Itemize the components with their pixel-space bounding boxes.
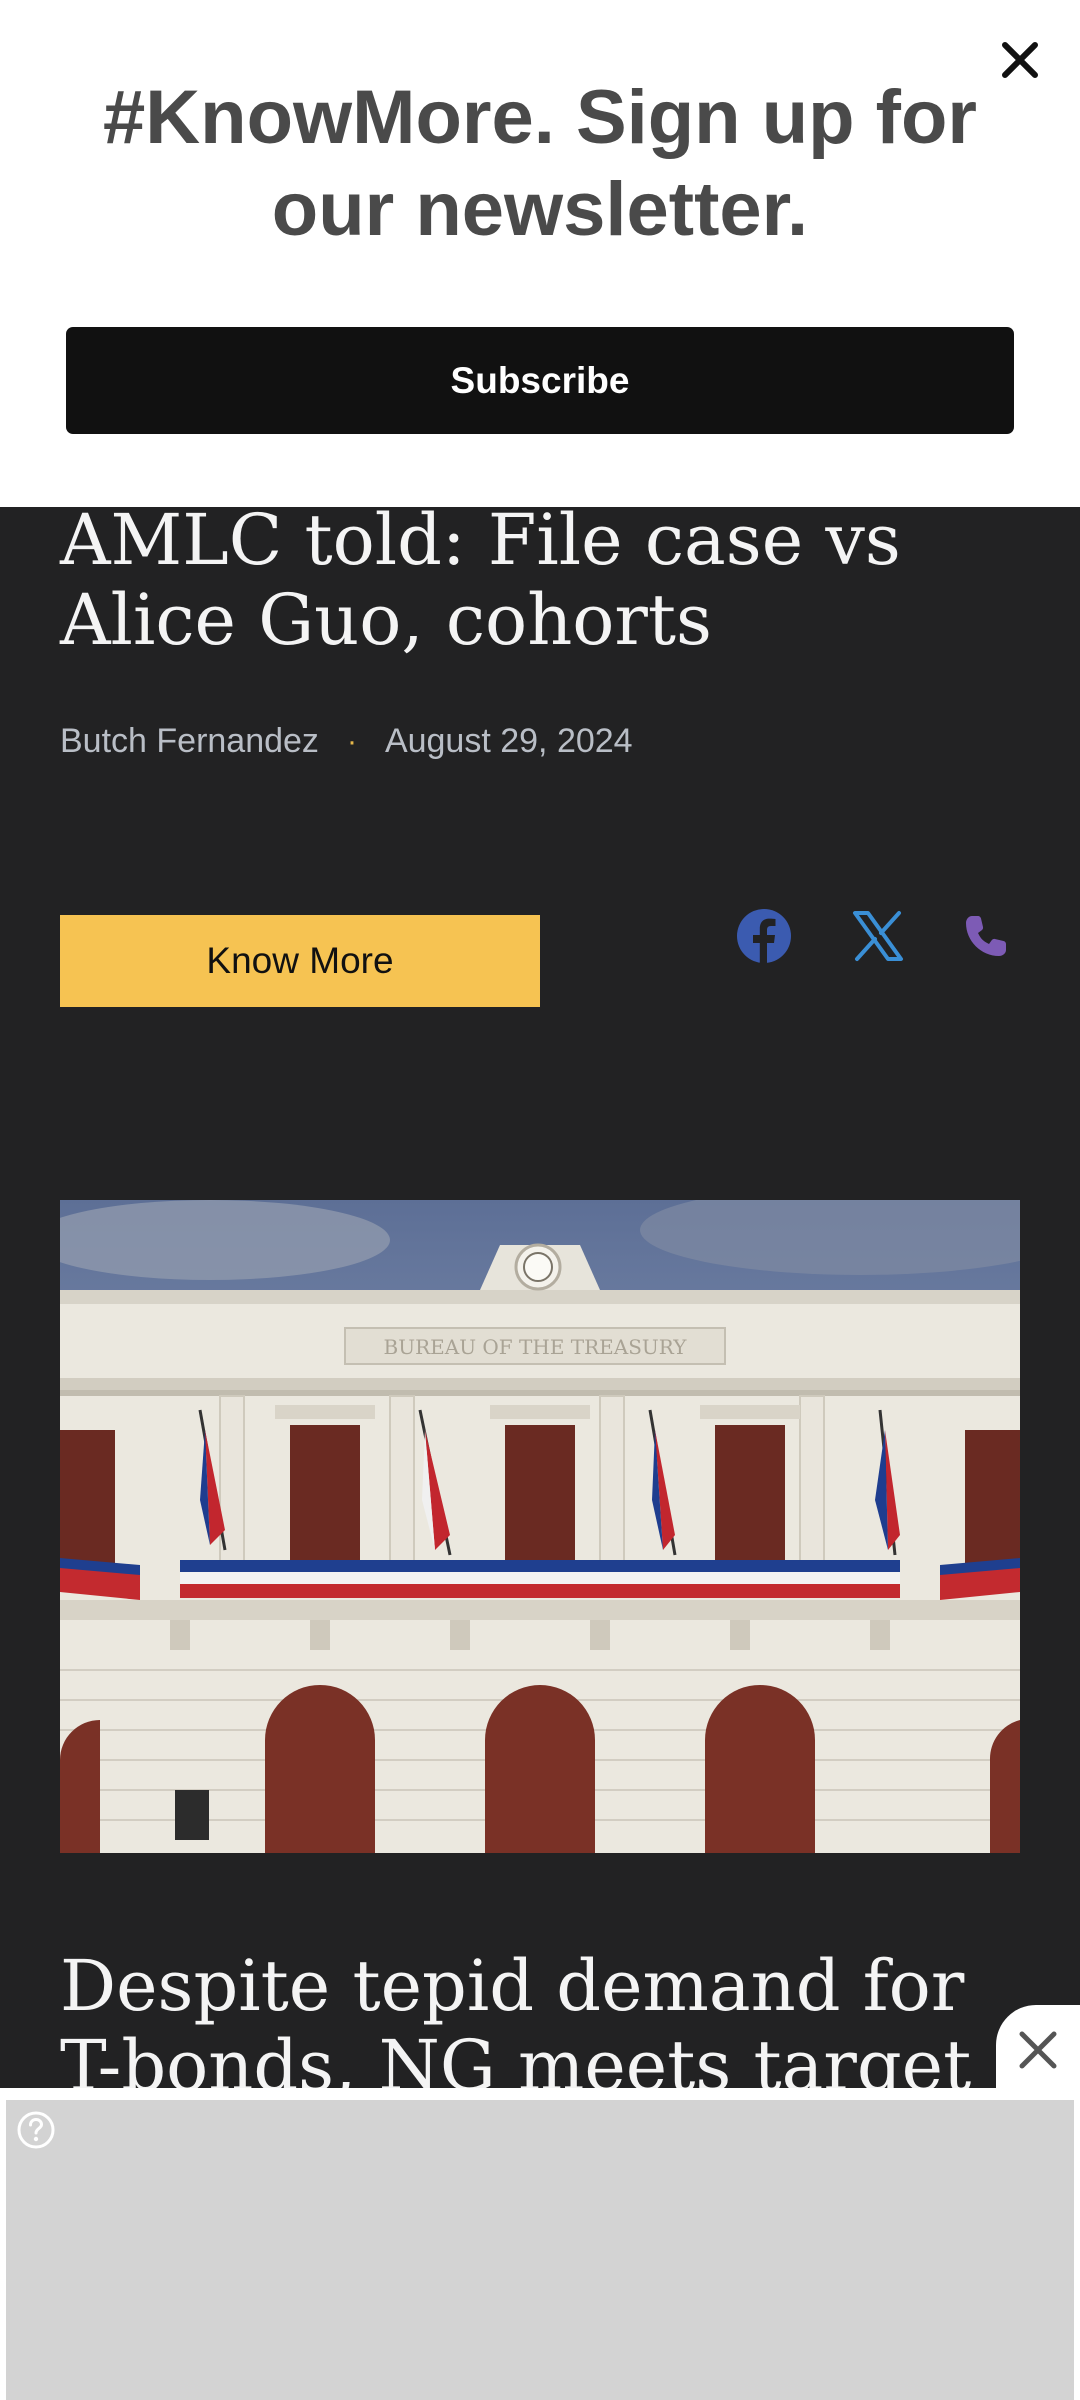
ad-placeholder[interactable] xyxy=(6,2100,1074,2400)
article-headline-2[interactable]: Despite tepid demand for T-bonds, NG mee… xyxy=(60,1946,1020,2106)
phone-icon[interactable] xyxy=(950,900,1022,972)
newsletter-title: #KnowMore. Sign up for our newsletter. xyxy=(103,75,977,252)
help-icon[interactable] xyxy=(16,2110,56,2150)
author-name[interactable]: Butch Fernandez xyxy=(60,722,319,761)
facebook-icon[interactable] xyxy=(728,900,800,972)
byline: Butch Fernandez · August 29, 2024 xyxy=(60,722,633,761)
treasury-building-photo: BUREAU OF THE TREASURY xyxy=(60,1200,1020,1853)
subscribe-button[interactable]: Subscribe xyxy=(66,327,1014,434)
publish-date: August 29, 2024 xyxy=(384,722,633,760)
treasury-sign: BUREAU OF THE TREASURY xyxy=(384,1335,688,1359)
newsletter-banner: #KnowMore. Sign up for our newsletter. S… xyxy=(0,0,1080,507)
ad-close-icon[interactable] xyxy=(996,2005,1080,2095)
x-icon[interactable] xyxy=(842,900,914,972)
article-headline[interactable]: AMLC told: File case vs Alice Guo, cohor… xyxy=(60,500,1020,660)
ad-banner xyxy=(0,2088,1080,2400)
byline-separator: · xyxy=(346,724,357,758)
know-more-button[interactable]: Know More xyxy=(60,915,540,1007)
article-image[interactable]: BUREAU OF THE TREASURY xyxy=(60,1200,1020,1853)
